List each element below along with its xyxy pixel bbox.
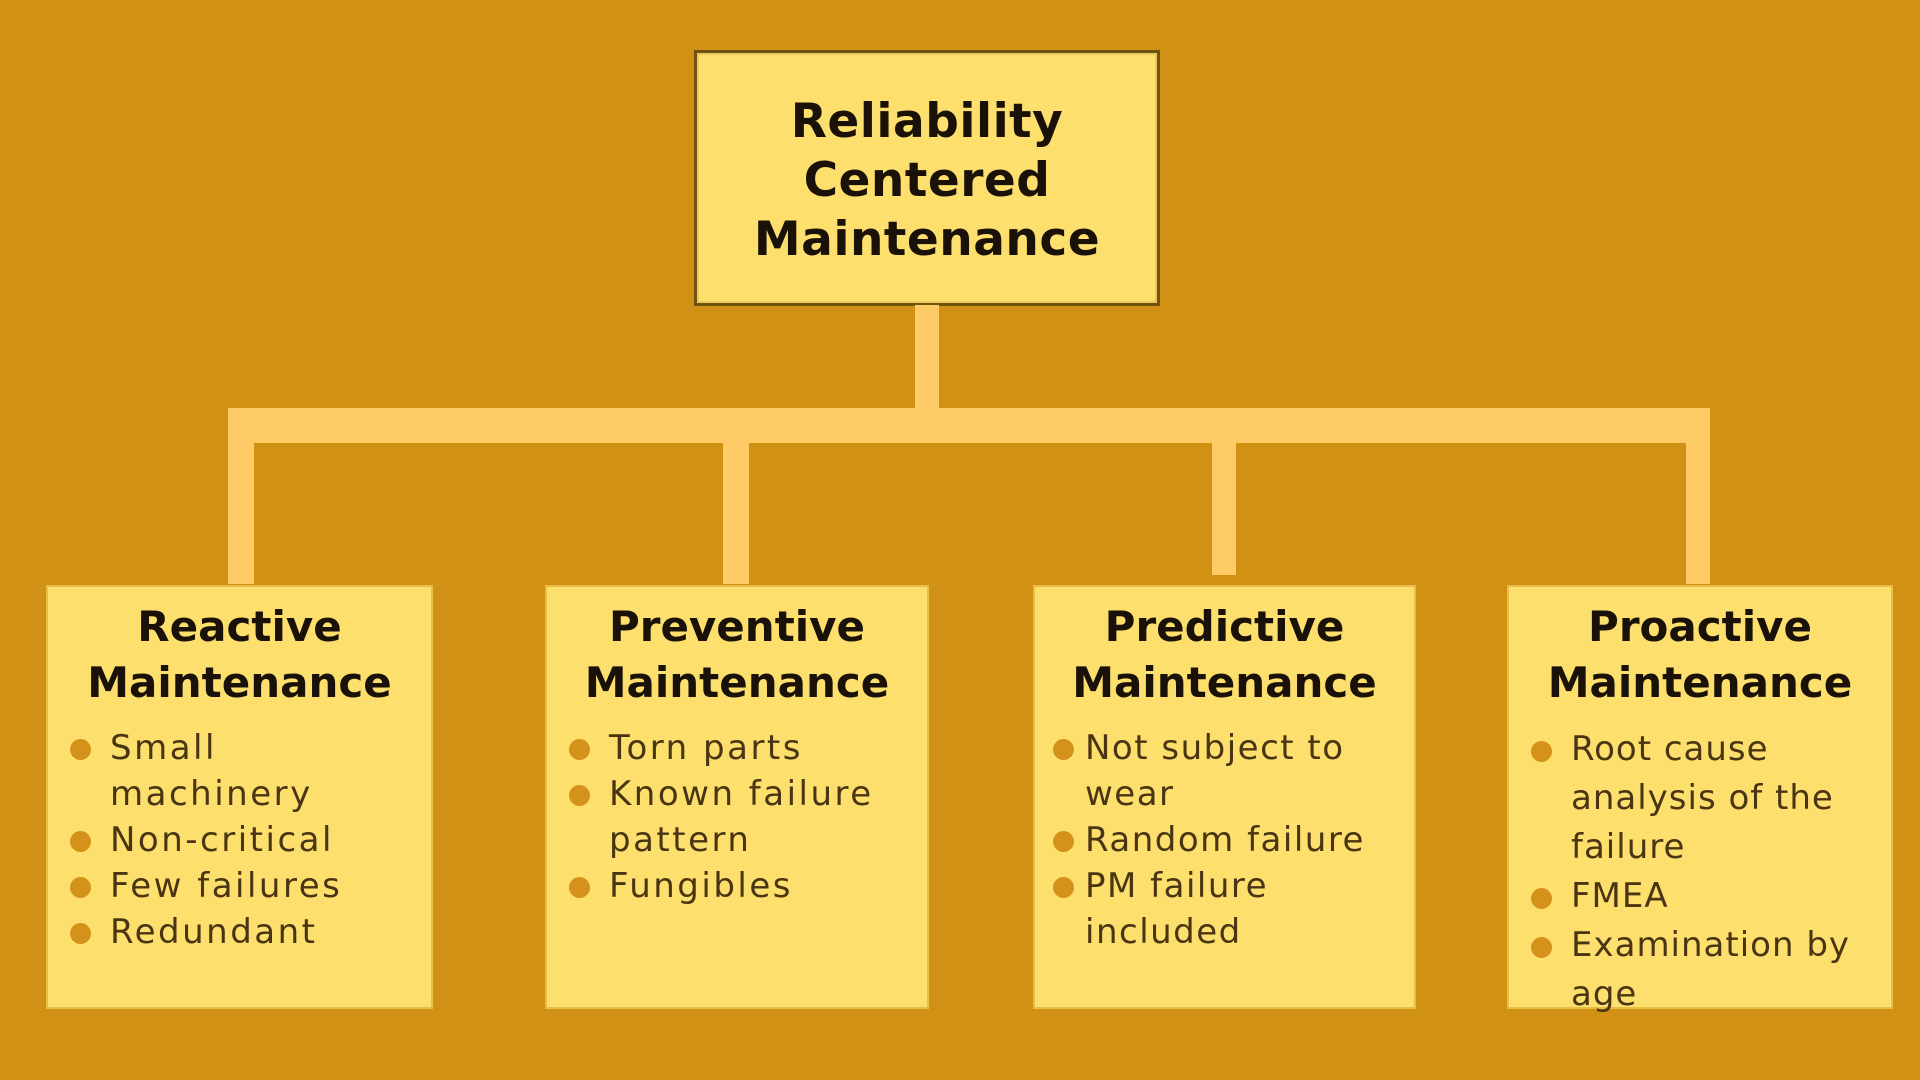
list-item-text: Not subject to wear [1085,728,1345,814]
list-item: Non-critical [48,817,431,863]
connector-root-stem [915,305,939,410]
bullet-dot-icon [1531,741,1552,762]
connector-drop-predictive [1212,408,1236,575]
child-node-reactive-maintenance: Reactive Maintenance Small machinery Non… [46,585,433,1009]
bullet-list: Root cause analysis of the failure FMEA … [1509,725,1891,1019]
list-item: Torn parts [547,725,927,771]
list-item: PM failure included [1035,863,1414,955]
list-item: Redundant [48,909,431,955]
bullet-list: Torn parts Known failure pattern Fungibl… [547,725,927,909]
list-item-text: Few failures [110,866,343,906]
bullet-dot-icon [569,785,590,806]
bullet-dot-icon [1531,937,1552,958]
bullet-dot-icon [569,877,590,898]
list-item-text: FMEA [1571,876,1669,916]
bullet-dot-icon [1053,739,1074,760]
connector-drop-proactive [1686,408,1710,584]
list-item-text: Torn parts [609,728,803,768]
list-item: Random failure [1035,817,1414,863]
connector-horizontal-bar [228,408,1710,443]
list-item-text: Random failure [1085,820,1365,860]
list-item: Known failure pattern [547,771,927,863]
connector-drop-reactive [228,408,254,584]
root-node-reliability-centered-maintenance: Reliability Centered Maintenance [694,50,1160,306]
list-item: Small machinery [48,725,431,817]
list-item-text: Fungibles [609,866,793,906]
list-item: Fungibles [547,863,927,909]
child-node-title: Preventive Maintenance [584,602,890,707]
child-node-preventive-maintenance: Preventive Maintenance Torn parts Known … [545,585,929,1009]
child-node-title: Proactive Maintenance [1547,602,1853,707]
child-node-predictive-maintenance: Predictive Maintenance Not subject to we… [1033,585,1416,1009]
bullet-dot-icon [1053,831,1074,852]
list-item-text: Small machinery [110,728,313,814]
list-item-text: Known failure pattern [609,774,874,860]
bullet-dot-icon [1053,877,1074,898]
list-item-text: Non-critical [110,820,334,860]
list-item: Not subject to wear [1035,725,1414,817]
connector-drop-preventive [723,408,749,584]
list-item-text: Root cause analysis of the failure [1571,729,1834,867]
list-item: Root cause analysis of the failure [1509,725,1891,872]
list-item: Examination by age [1509,921,1891,1019]
bullet-dot-icon [569,739,590,760]
root-node-title: Reliability Centered Maintenance [753,93,1101,267]
bullet-list: Not subject to wear Random failure PM fa… [1035,725,1414,955]
list-item-text: PM failure included [1085,866,1269,952]
list-item: FMEA [1509,872,1891,921]
child-node-title: Reactive Maintenance [87,602,392,707]
bullet-dot-icon [70,923,91,944]
bullet-dot-icon [1531,888,1552,909]
list-item: Few failures [48,863,431,909]
list-item-text: Redundant [110,912,318,952]
child-node-title: Predictive Maintenance [1072,602,1377,707]
bullet-dot-icon [70,831,91,852]
bullet-dot-icon [70,739,91,760]
bullet-dot-icon [70,877,91,898]
list-item-text: Examination by age [1571,925,1851,1014]
child-node-proactive-maintenance: Proactive Maintenance Root cause analysi… [1507,585,1893,1014]
bullet-list: Small machinery Non-critical Few failure… [48,725,431,955]
